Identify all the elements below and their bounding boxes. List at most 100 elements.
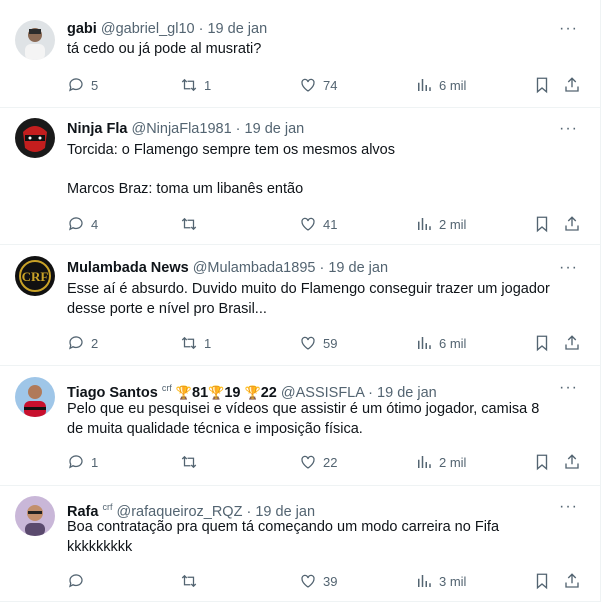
tweet-text-line: kkkkkkkkk	[67, 538, 133, 555]
reply-icon	[69, 574, 83, 588]
views-button[interactable]: 2 mil	[415, 452, 466, 472]
tweet-text-line: Torcida: o Flamengo sempre tem os mesmos…	[67, 142, 395, 158]
share-button[interactable]	[563, 214, 581, 234]
tweet-text: Boa contratação pra quem tá começando um…	[67, 518, 580, 557]
reply-count: 1	[91, 454, 99, 470]
trophy-icon: 🏆	[244, 384, 261, 400]
bookmark-button[interactable]	[533, 571, 551, 591]
bookmark-icon	[536, 335, 548, 352]
bookmark-button[interactable]	[533, 333, 551, 353]
more-options-icon[interactable]: ···	[559, 497, 578, 517]
share-icon	[565, 77, 579, 92]
bookmark-button[interactable]	[533, 214, 551, 234]
display-name[interactable]: Tiago Santos	[67, 385, 158, 401]
retweet-icon	[181, 78, 197, 92]
bookmark-icon	[536, 216, 548, 233]
share-button[interactable]	[563, 75, 581, 95]
share-icon	[565, 573, 579, 588]
retweet-icon	[181, 455, 197, 469]
reply-icon	[69, 78, 83, 92]
like-button[interactable]: 59	[299, 333, 337, 353]
avatar[interactable]	[15, 377, 55, 417]
timeline-feed: gabi @gabriel_gl10 · 19 de jan ··· tá ce…	[0, 0, 601, 602]
share-button[interactable]	[563, 571, 581, 591]
reply-button[interactable]: 2	[67, 333, 98, 353]
reply-button[interactable]: 5	[67, 75, 98, 95]
tweet-actions: 5 1 74 6 mil	[67, 75, 587, 95]
more-options-icon[interactable]: ···	[559, 258, 578, 278]
bookmark-button[interactable]	[533, 75, 551, 95]
retweet-button[interactable]	[180, 452, 204, 472]
avatar[interactable]	[15, 20, 55, 60]
avatar[interactable]	[15, 496, 55, 536]
bookmark-icon	[536, 454, 548, 471]
heart-icon	[301, 455, 315, 469]
bar-chart-icon	[418, 575, 431, 587]
display-name[interactable]: gabi	[67, 21, 97, 37]
share-button[interactable]	[563, 452, 581, 472]
views-button[interactable]: 6 mil	[415, 75, 466, 95]
tweet-text-line	[67, 161, 580, 181]
like-count: 59	[323, 335, 338, 351]
tweet-text: Pelo que eu pesquisei e vídeos que assis…	[67, 400, 580, 439]
bookmark-button[interactable]	[533, 452, 551, 472]
tweet[interactable]: Ninja Fla @NinjaFla1981 · 19 de jan ··· …	[0, 108, 600, 245]
more-options-icon[interactable]: ···	[559, 119, 578, 139]
svg-text:CRF: CRF	[22, 269, 49, 284]
tweet-date[interactable]: 19 de jan	[245, 121, 305, 137]
tweet-header: gabi @gabriel_gl10 · 19 de jan	[67, 19, 267, 39]
avatar[interactable]	[15, 118, 55, 158]
views-button[interactable]: 3 mil	[415, 571, 466, 591]
reply-count: 5	[91, 77, 99, 93]
more-options-icon[interactable]: ···	[559, 19, 578, 39]
user-handle[interactable]: @ASSISFLA	[281, 385, 364, 401]
retweet-icon	[181, 217, 197, 231]
views-button[interactable]: 2 mil	[415, 214, 466, 234]
bookmark-icon	[536, 573, 548, 590]
separator-dot: ·	[319, 260, 325, 276]
like-button[interactable]: 41	[299, 214, 337, 234]
retweet-button[interactable]: 1	[180, 75, 211, 95]
user-handle[interactable]: @NinjaFla1981	[131, 121, 231, 137]
user-handle[interactable]: @gabriel_gl10	[101, 21, 195, 37]
display-name[interactable]: Mulambada News	[67, 260, 189, 276]
user-handle[interactable]: @Mulambada1895	[193, 260, 316, 276]
tweet-actions: 2 1 59 6 mil	[67, 333, 587, 353]
tweet[interactable]: Tiago Santos crf 🏆81🏆19 🏆22 @ASSISFLA · …	[0, 366, 600, 486]
tweet-date[interactable]: 19 de jan	[207, 21, 267, 37]
share-button[interactable]	[563, 333, 581, 353]
tweet-text-line: Pelo que eu pesquisei e vídeos que assis…	[67, 401, 540, 417]
retweet-icon	[181, 574, 197, 588]
retweet-button[interactable]	[180, 571, 204, 591]
tweet[interactable]: Rafa crf @rafaqueiroz_RQZ · 19 de jan ··…	[0, 486, 600, 602]
more-options-icon[interactable]: ···	[559, 378, 578, 398]
views-button[interactable]: 6 mil	[415, 333, 466, 353]
like-count: 22	[323, 454, 338, 470]
display-name[interactable]: Ninja Fla	[67, 121, 127, 137]
tweet-actions: 1 22 2 mil	[67, 452, 587, 472]
reply-button[interactable]: 1	[67, 452, 98, 472]
avatar[interactable]: CRF	[15, 256, 55, 296]
reply-button[interactable]	[67, 571, 91, 591]
tweet-date[interactable]: 19 de jan	[377, 385, 437, 401]
tweet-text-line: desse porte e nível pro Brasil...	[67, 300, 267, 317]
like-button[interactable]: 74	[299, 75, 337, 95]
heart-icon	[301, 78, 315, 92]
like-button[interactable]: 22	[299, 452, 337, 472]
tweet[interactable]: gabi @gabriel_gl10 · 19 de jan ··· tá ce…	[0, 0, 600, 108]
like-button[interactable]: 39	[299, 571, 337, 591]
tweet-date[interactable]: 19 de jan	[328, 260, 388, 276]
tweet-actions: 39 3 mil	[67, 571, 587, 591]
retweet-button[interactable]: 1	[180, 333, 211, 353]
like-count: 41	[323, 216, 338, 232]
trophy-icon: 🏆	[208, 384, 225, 400]
heart-icon	[301, 217, 315, 231]
tweet-text: Esse aí é absurdo. Duvido muito do Flame…	[67, 280, 580, 319]
tweet-text-line: Esse aí é absurdo. Duvido muito do Flame…	[67, 281, 550, 297]
reply-count: 4	[91, 216, 99, 232]
retweet-button[interactable]	[180, 214, 204, 234]
bar-chart-icon	[418, 218, 431, 230]
tweet[interactable]: CRF Mulambada News @Mulambada1895 · 19 d…	[0, 245, 600, 366]
tweet-text-line: tá cedo ou já pode al musrati?	[67, 41, 262, 57]
reply-button[interactable]: 4	[67, 214, 98, 234]
